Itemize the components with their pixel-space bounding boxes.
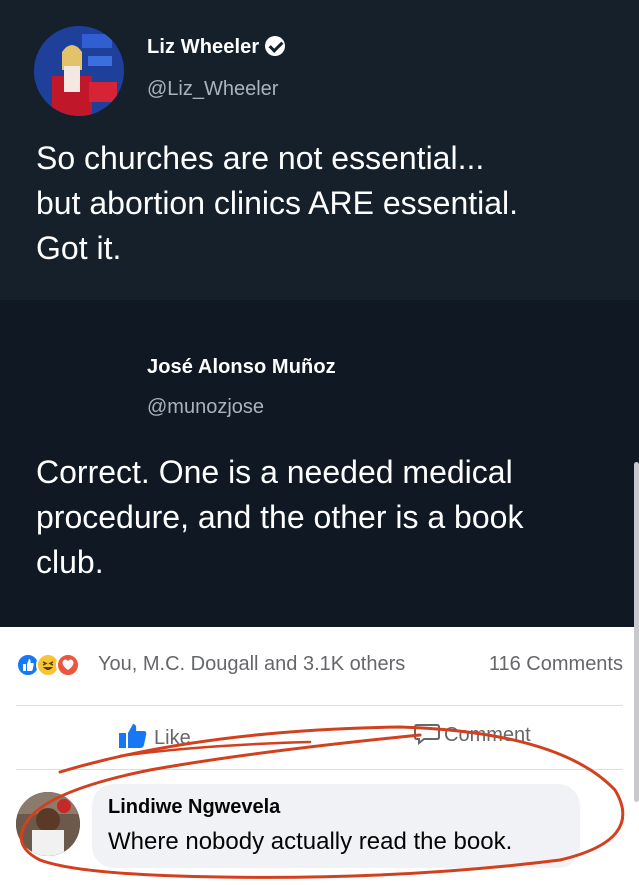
tweet-text: Correct. One is a needed medical procedu… xyxy=(36,450,523,585)
comment-bubble[interactable]: Lindiwe Ngwevela Where nobody actually r… xyxy=(92,784,580,868)
tweet-text-line: procedure, and the other is a book xyxy=(36,499,524,535)
tweet-jose-munoz: José Alonso Muñoz @munozjose Correct. On… xyxy=(0,300,639,724)
author-handle[interactable]: @Liz_Wheeler xyxy=(147,78,278,101)
thumbs-up-icon xyxy=(119,724,147,748)
tweet-text-line: So churches are not essential... xyxy=(36,140,485,176)
comment-button[interactable]: Comment xyxy=(414,723,531,755)
author-handle[interactable]: @munozjose xyxy=(147,396,264,419)
author-name[interactable]: Liz Wheeler xyxy=(147,36,286,59)
verified-badge-icon xyxy=(265,36,286,56)
tweet-text-line: club. xyxy=(36,544,104,580)
tweet-text-line: but abortion clinics ARE essential. xyxy=(36,185,519,221)
reaction-icons[interactable] xyxy=(16,653,96,679)
author-name[interactable]: José Alonso Muñoz xyxy=(147,356,336,379)
facebook-post-footer: You, M.C. Dougall and 3.1K others 116 Co… xyxy=(0,627,639,885)
comment-label: Comment xyxy=(444,724,531,746)
tweet-liz-wheeler: Liz Wheeler @Liz_Wheeler So churches are… xyxy=(0,0,639,300)
divider xyxy=(16,705,623,706)
comment-text: Where nobody actually read the book. xyxy=(108,828,513,855)
commenter-name[interactable]: Lindiwe Ngwevela xyxy=(108,796,280,819)
like-label: Like xyxy=(154,727,191,749)
reactions-row[interactable]: You, M.C. Dougall and 3.1K others 116 Co… xyxy=(16,651,623,681)
tweet-text-line: Got it. xyxy=(36,230,122,266)
scrollbar[interactable] xyxy=(634,462,639,802)
commenter-avatar[interactable] xyxy=(16,792,80,856)
reactions-summary[interactable]: You, M.C. Dougall and 3.1K others xyxy=(98,653,405,676)
comments-count-link[interactable]: 116 Comments xyxy=(489,653,623,676)
wow-reaction-icon xyxy=(56,653,80,677)
tweet-text: So churches are not essential... but abo… xyxy=(36,136,518,271)
divider xyxy=(16,769,623,770)
like-button[interactable]: Like xyxy=(118,723,191,755)
comment-bubble-icon xyxy=(414,724,440,745)
avatar-liz-wheeler[interactable] xyxy=(34,26,124,116)
tweet-text-line: Correct. One is a needed medical xyxy=(36,454,513,490)
